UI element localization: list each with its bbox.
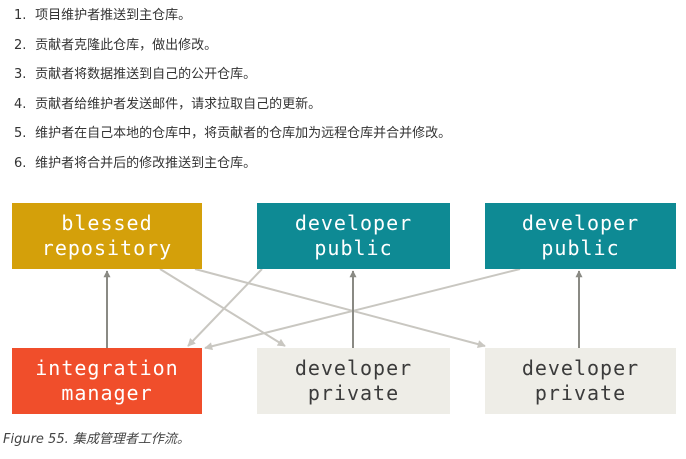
developer-private-box-2: developer private — [485, 348, 676, 414]
box-label-line1: developer — [294, 356, 413, 380]
arrow-blessed-to-private1 — [159, 268, 286, 347]
developer-private-box-1: developer private — [257, 348, 450, 414]
box-label-line1: developer — [294, 211, 413, 235]
box-label-line2: manager — [61, 381, 153, 405]
box-label-line2: public — [541, 236, 620, 260]
box-label-line1: integration — [35, 356, 179, 380]
integration-manager-box: integration manager — [12, 348, 202, 414]
arrow-public1-to-integration — [187, 268, 263, 347]
box-label-line1: blessed — [61, 211, 153, 235]
box-label-line2: private — [534, 381, 627, 405]
arrow-public2-to-integration — [204, 268, 521, 351]
arrow-blessed-to-private2 — [194, 268, 486, 349]
developer-public-box-2: developer public — [485, 203, 676, 269]
box-label-line2: public — [314, 236, 393, 260]
box-label-line1: developer — [521, 211, 640, 235]
box-label-line2: repository — [41, 236, 173, 260]
blessed-repository-box: blessed repository — [12, 203, 202, 269]
box-label-line1: developer — [521, 356, 640, 380]
developer-public-box-1: developer public — [257, 203, 450, 269]
figure-caption: Figure 55. 集成管理者工作流。 — [3, 432, 190, 447]
box-label-line2: private — [307, 381, 400, 405]
